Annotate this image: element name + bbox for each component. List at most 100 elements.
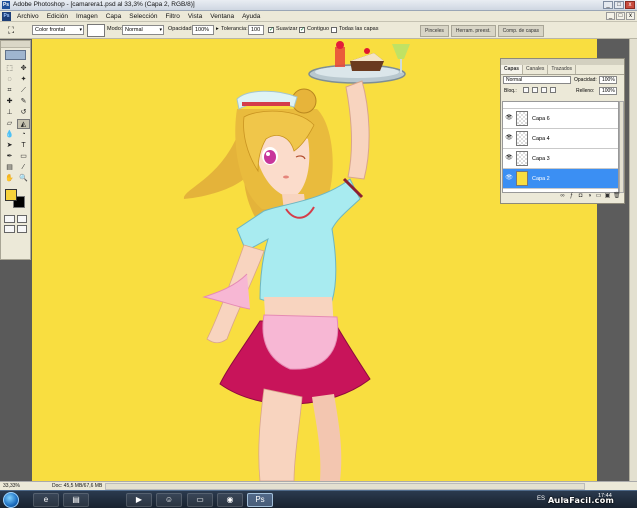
pen-tool-icon[interactable]: ✒ [3,152,16,162]
tab-herramientas-preestablecidas[interactable]: Herram. preest. [450,25,496,37]
fill-input[interactable]: 100% [599,87,617,95]
tab-trazados[interactable]: Trazados [548,65,577,74]
eraser-tool-icon[interactable]: ▱ [3,119,16,129]
maximize-button[interactable]: □ [614,1,624,9]
tools-panel-grip[interactable] [1,41,30,48]
menu-capa[interactable]: Capa [102,13,126,20]
new-group-icon[interactable]: ▭ [595,193,602,200]
pattern-swatch[interactable] [87,24,105,37]
doc-minimize-button[interactable]: _ [606,12,615,20]
canvas-horizontal-scrollbar[interactable] [105,483,585,490]
layer-row[interactable]: 👁 Capa 3 [503,149,618,169]
zoom-tool-icon[interactable]: 🔍 [17,174,30,184]
paint-bucket-tool-icon[interactable]: ◭ [17,119,30,129]
menu-filtro[interactable]: Filtro [161,13,183,20]
layer-row-selected[interactable]: 👁 Capa 2 [503,169,618,189]
quick-mask-button[interactable] [16,215,27,223]
eye-icon[interactable]: 👁 [505,155,513,161]
opacity-input[interactable]: 100% [192,25,214,35]
marquee-tool-icon[interactable]: ⬚ [3,64,16,74]
eye-icon[interactable]: 👁 [505,175,513,181]
language-indicator[interactable]: ES [537,496,545,502]
all-layers-checkbox[interactable] [331,27,337,33]
document-size-info[interactable]: Doc: 45,5 MB/67,6 MB [52,483,102,489]
close-button[interactable]: x [625,1,635,9]
title-bar: Ps Adobe Photoshop - [camarera1.psd al 3… [0,0,637,11]
chrome-icon[interactable]: ◉ [217,493,243,507]
eyedropper-tool-icon[interactable]: ⁄ [17,163,30,173]
opacity-arrow-icon[interactable]: ▸ [216,26,219,32]
standard-screen-button[interactable] [4,225,15,233]
brush-tool-icon[interactable]: ✎ [17,97,30,107]
layer-list-scrollbar[interactable] [619,101,624,193]
menu-seleccion[interactable]: Selección [125,13,161,20]
lock-transparency-icon[interactable] [523,87,529,93]
menu-ayuda[interactable]: Ayuda [238,13,264,20]
fill-source-select[interactable]: Color frontal ▾ [32,25,84,35]
zoom-level[interactable]: 33,33% [3,483,20,489]
canvas-vertical-scrollbar[interactable] [629,39,637,481]
contiguous-checkbox[interactable]: ✓ [299,27,305,33]
menu-vista[interactable]: Vista [184,13,206,20]
shape-tool-icon[interactable]: ▭ [17,152,30,162]
layer-mask-icon[interactable]: ◘ [577,193,584,200]
lasso-tool-icon[interactable]: ◌ [3,75,16,85]
blend-mode-select[interactable]: Normal [503,76,571,84]
full-screen-menu-button[interactable] [16,225,27,233]
standard-mode-button[interactable] [4,215,15,223]
media-player-icon[interactable]: ▶ [126,493,152,507]
doc-close-button[interactable]: x [626,12,635,20]
internet-explorer-icon[interactable]: e [33,493,59,507]
paint-bucket-icon[interactable]: ⛶ [5,25,17,36]
layer-style-icon[interactable]: ƒ [568,193,575,200]
dodge-tool-icon[interactable]: ◔ [17,130,30,140]
adjustment-layer-icon[interactable]: ◑ [586,193,593,200]
photoshop-feather-icon[interactable] [5,50,26,60]
menu-ventana[interactable]: Ventana [206,13,238,20]
type-tool-icon[interactable]: T [17,141,30,151]
slice-tool-icon[interactable]: ⟋ [17,86,30,96]
path-selection-tool-icon[interactable]: ➤ [3,141,16,151]
antialias-checkbox[interactable]: ✓ [268,27,274,33]
layer-row-partial[interactable] [503,102,618,109]
foreground-color-swatch[interactable] [5,189,17,201]
monitor-app-icon[interactable]: ▭ [187,493,213,507]
eye-icon[interactable]: 👁 [505,135,513,141]
healing-brush-tool-icon[interactable]: ✚ [3,97,16,107]
layer-row[interactable]: 👁 Capa 6 [503,109,618,129]
trash-icon[interactable]: 🗑 [613,193,621,200]
file-explorer-icon[interactable]: ▤ [63,493,89,507]
eye-icon[interactable]: 👁 [505,115,513,121]
link-layers-icon[interactable]: ∞ [559,193,566,200]
document-icon[interactable]: Ps [2,11,11,21]
clone-stamp-tool-icon[interactable]: ⊥ [3,108,16,118]
move-tool-icon[interactable]: ✥ [17,64,30,74]
minimize-button[interactable]: _ [603,1,613,9]
notes-tool-icon[interactable]: ▤ [3,163,16,173]
layer-row[interactable]: 👁 Capa 4 [503,129,618,149]
lock-position-icon[interactable] [541,87,547,93]
magic-wand-tool-icon[interactable]: ✦ [17,75,30,85]
tolerance-label: Tolerancia: [221,26,248,32]
messenger-icon[interactable]: ☺ [156,493,182,507]
doc-maximize-button[interactable]: □ [616,12,625,20]
photoshop-taskbar-icon[interactable]: Ps [247,493,273,507]
tab-composiciones-de-capas[interactable]: Comp. de capas [497,25,545,37]
history-brush-tool-icon[interactable]: ↺ [17,108,30,118]
lock-pixels-icon[interactable] [532,87,538,93]
menu-archivo[interactable]: Archivo [13,13,43,20]
layer-opacity-input[interactable]: 100% [599,76,617,84]
start-button[interactable] [3,492,19,508]
tab-capas[interactable]: Capas [501,65,524,74]
blur-tool-icon[interactable]: 💧 [3,130,16,140]
lock-all-icon[interactable] [550,87,556,93]
tab-canales[interactable]: Canales [523,65,549,74]
new-layer-icon[interactable]: ▣ [604,193,611,200]
tab-pinceles[interactable]: Pinceles [420,25,449,37]
crop-tool-icon[interactable]: ⌗ [3,86,16,96]
menu-imagen[interactable]: Imagen [72,13,102,20]
mode-select[interactable]: Normal ▾ [122,25,164,35]
hand-tool-icon[interactable]: ✋ [3,174,16,184]
menu-edicion[interactable]: Edición [43,13,72,20]
tolerance-input[interactable]: 100 [248,25,264,35]
